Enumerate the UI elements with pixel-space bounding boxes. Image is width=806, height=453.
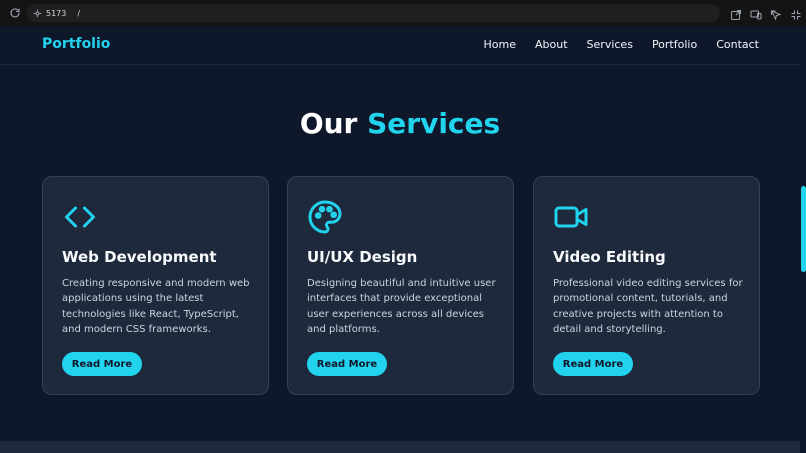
section-title-part2: Services [367,107,501,140]
split-view-icon[interactable] [790,6,802,20]
card-title: UI/UX Design [307,248,418,266]
read-more-button[interactable]: Read More [553,352,633,376]
section-title-part1: Our [299,107,358,140]
read-more-button[interactable]: Read More [62,352,142,376]
read-more-button[interactable]: Read More [307,352,387,376]
open-external-icon[interactable] [730,6,742,20]
card-title: Video Editing [553,248,666,266]
palette-icon [307,199,343,235]
address-bar[interactable]: 5173 / [27,4,720,22]
video-camera-icon [553,199,589,235]
scrollbar-thumb[interactable] [801,186,806,272]
devices-icon[interactable] [750,6,762,20]
service-card-web-development: Web Development Creating responsive and … [42,176,269,395]
inspect-icon[interactable] [770,6,782,21]
nav-link-portfolio[interactable]: Portfolio [652,38,697,51]
navbar: Portfolio Home About Services Portfolio … [0,26,800,65]
nav-link-about[interactable]: About [535,38,568,51]
url-path: / [77,8,81,18]
site-logo[interactable]: Portfolio [42,36,110,52]
next-section-edge [0,441,800,453]
nav-link-home[interactable]: Home [484,38,516,51]
service-card-ui-ux-design: UI/UX Design Designing beautiful and int… [287,176,514,395]
card-description: Designing beautiful and intuitive user i… [307,278,496,335]
nav-link-services[interactable]: Services [587,38,633,51]
card-description: Creating responsive and modern web appli… [62,278,250,335]
code-icon [62,199,98,235]
nav-link-contact[interactable]: Contact [716,38,759,51]
browser-toolbar: 5173 / [0,0,806,26]
card-description: Professional video editing services for … [553,278,743,335]
card-title: Web Development [62,248,217,266]
url-port: 5173 [46,8,67,18]
nav-links: Home About Services Portfolio Contact [484,38,759,51]
service-card-video-editing: Video Editing Professional video editing… [533,176,760,395]
section-title: Our Services [0,107,800,140]
reload-icon[interactable] [8,6,21,19]
site-info-icon[interactable] [33,9,42,18]
